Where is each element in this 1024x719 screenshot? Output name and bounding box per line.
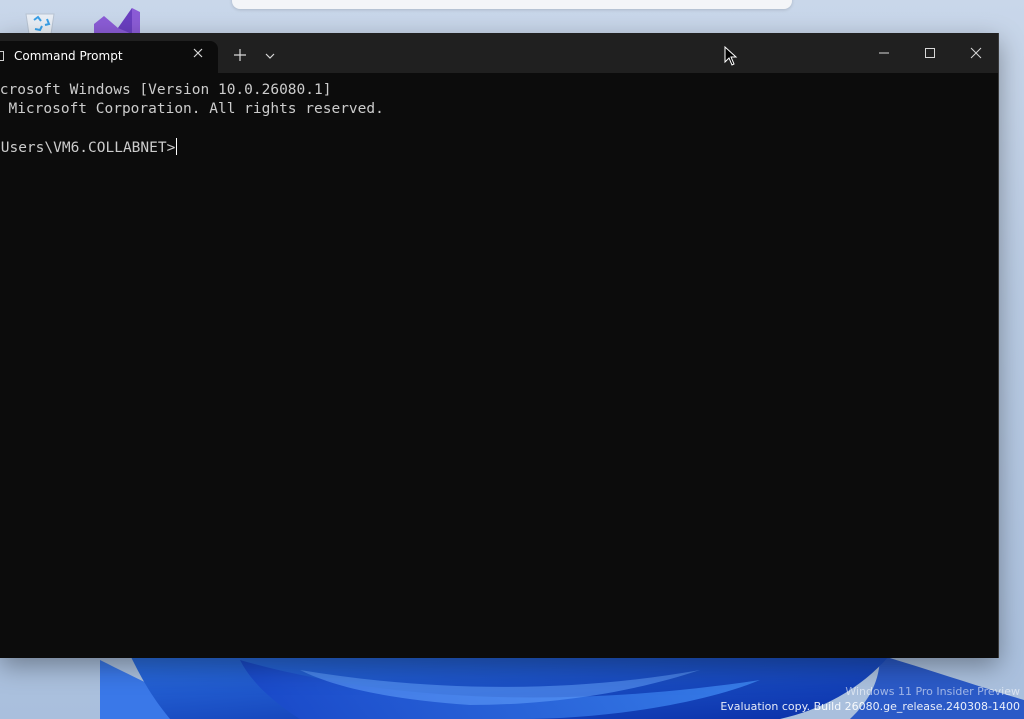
console-icon (0, 51, 4, 61)
close-icon (193, 48, 203, 58)
build-watermark: Evaluation copy. Build 26080.ge_release.… (720, 700, 1020, 713)
close-icon (970, 47, 982, 59)
new-tab-button[interactable] (230, 46, 250, 66)
window-close-button[interactable] (956, 39, 996, 67)
console-line: icrosoft Windows [Version 10.0.26080.1] (0, 82, 332, 98)
chevron-down-icon (265, 53, 275, 59)
tab-title: Command Prompt (14, 49, 123, 63)
title-bar[interactable]: Command Prompt (0, 33, 998, 73)
maximize-button[interactable] (910, 39, 950, 67)
minimize-button[interactable] (864, 39, 904, 67)
mouse-pointer-icon (724, 46, 738, 66)
command-prompt-line[interactable]: \Users\VM6.COLLABNET> (0, 138, 178, 158)
tab-command-prompt[interactable]: Command Prompt (0, 41, 218, 73)
prompt-text: \Users\VM6.COLLABNET> (0, 140, 176, 156)
edition-watermark: Windows 11 Pro Insider Preview (845, 685, 1020, 698)
terminal-window: Command Prompt icrosoft Windows [Version… (0, 33, 999, 658)
tab-close-button[interactable] (188, 45, 208, 65)
recycle-bin-icon[interactable] (20, 4, 60, 35)
plus-icon (234, 49, 246, 61)
taskbar-search-panel (232, 0, 792, 9)
maximize-icon (925, 48, 935, 58)
visual-studio-icon[interactable] (92, 4, 140, 34)
tab-dropdown-button[interactable] (260, 46, 280, 66)
console-output[interactable]: icrosoft Windows [Version 10.0.26080.1] … (0, 73, 998, 658)
text-cursor (176, 138, 178, 155)
minimize-icon (879, 52, 889, 54)
console-line: ) Microsoft Corporation. All rights rese… (0, 101, 384, 117)
